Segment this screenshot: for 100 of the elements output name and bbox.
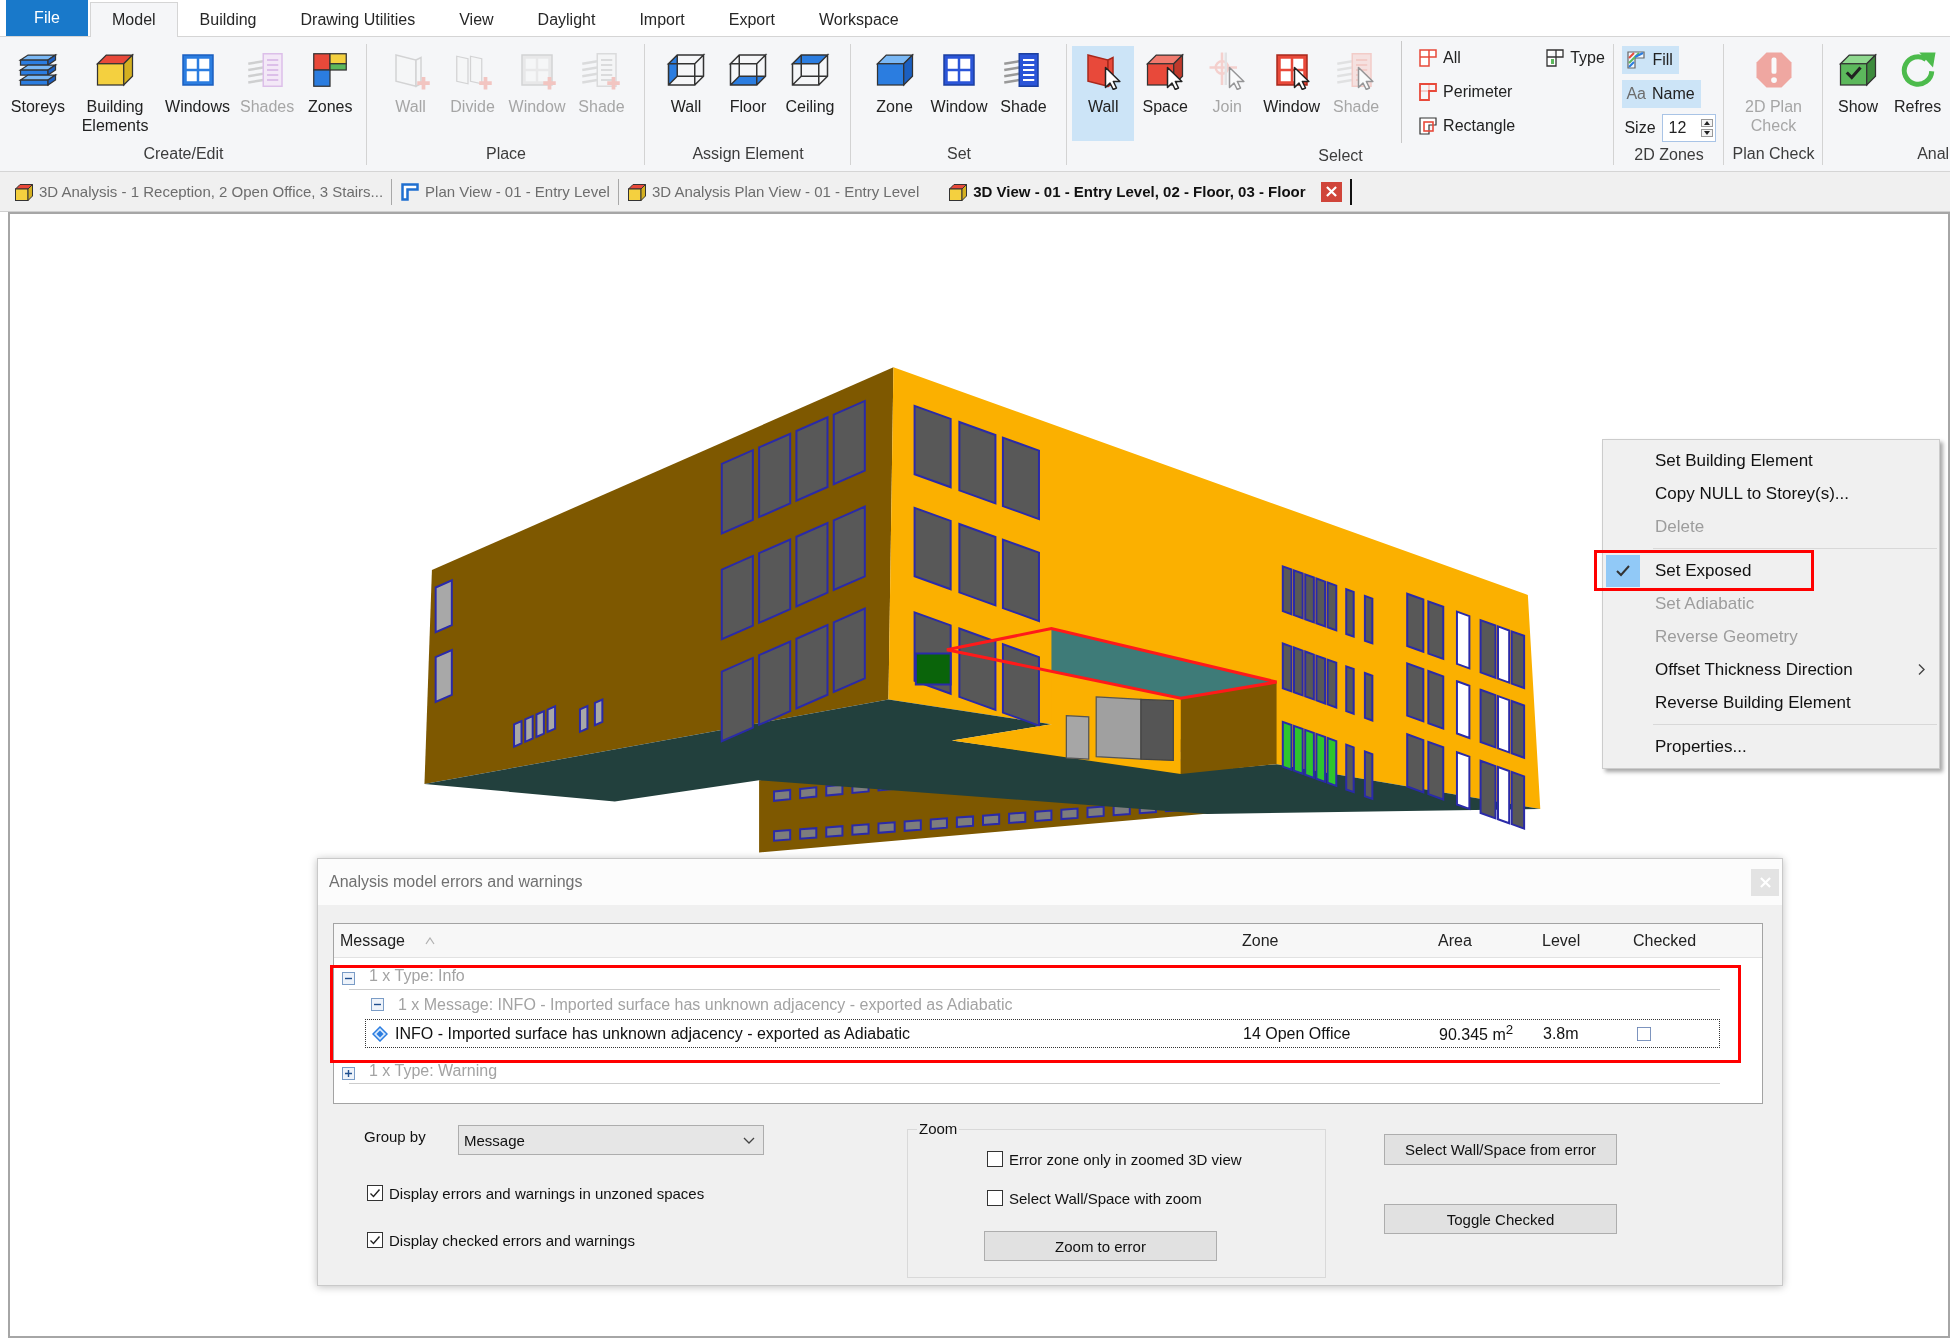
column-header[interactable]: Area: [1438, 924, 1542, 957]
toggle-button[interactable]: Aa Name: [1622, 80, 1701, 108]
ribbon-button[interactable]: Ceiling: [779, 46, 841, 141]
menu-item[interactable]: Reverse Building Element: [1603, 686, 1939, 719]
ribbon-button[interactable]: Refres: [1886, 46, 1950, 141]
ribbon-button[interactable]: Wall: [1072, 46, 1135, 141]
down-arrow-icon[interactable]: [1700, 129, 1713, 137]
column-header[interactable]: Zone: [1242, 924, 1438, 957]
ribbon-tab[interactable]: View: [437, 2, 516, 37]
ribbon-button[interactable]: Windows: [160, 46, 235, 141]
table-cell-text: 14 Open Office: [1243, 1024, 1352, 1043]
ribbon-tab[interactable]: Building: [177, 2, 279, 37]
dialog-button[interactable]: Select Wall/Space from error: [1384, 1134, 1617, 1165]
checkbox-label[interactable]: Display errors and warnings in unzoned spaces: [389, 1184, 705, 1202]
select-button[interactable]: All: [1414, 44, 1520, 72]
table-cell-text: 90.345 m$^{2}$: [1439, 1022, 1515, 1045]
ribbon-tab[interactable]: Export: [706, 2, 797, 37]
ribbon-button[interactable]: Storeys: [5, 46, 71, 141]
ribbon-tab[interactable]: Model: [90, 2, 178, 37]
info-diamond-icon: [372, 1025, 388, 1042]
group-label: 2D Zones: [1633, 145, 1705, 165]
group-by-label: Group by: [364, 1127, 427, 1145]
fill-pattern-icon: [1626, 50, 1647, 70]
column-header[interactable]: Message: [340, 924, 1242, 957]
file-tab[interactable]: File: [6, 0, 88, 36]
document-tab[interactable]: 3D View - 01 - Entry Level, 02 - Floor, 03 - Floor: [939, 178, 1352, 205]
box-icon: [948, 181, 969, 202]
group-label: Plan Check: [1731, 144, 1816, 164]
plan-outline-icon: [400, 181, 421, 202]
size-label: Size: [1624, 119, 1656, 137]
collapse-icon[interactable]: [371, 998, 384, 1011]
select-button[interactable]: Type: [1541, 44, 1609, 72]
checkbox[interactable]: [987, 1151, 1003, 1167]
group-label: Place: [485, 144, 527, 164]
size-spinner[interactable]: 12: [1661, 114, 1716, 142]
document-tab[interactable]: 3D Analysis - 1 Reception, 2 Open Office, 3 Stairs...: [6, 178, 392, 205]
ribbon-tab[interactable]: Workspace: [797, 2, 921, 37]
menu-item[interactable]: Offset Thickness Direction: [1603, 653, 1939, 686]
ribbon-button[interactable]: Zones: [299, 46, 362, 141]
document-tab[interactable]: 3D Analysis Plan View - 01 - Entry Level: [617, 178, 928, 205]
group-label: Create/Edit: [142, 144, 225, 164]
box-icon: [626, 181, 647, 202]
ribbon-button[interactable]: Zone: [863, 46, 926, 141]
select-button[interactable]: Perimeter: [1414, 78, 1520, 106]
document-tab[interactable]: Plan View - 01 - Entry Level: [391, 178, 618, 205]
close-icon: [1325, 186, 1337, 197]
ribbon-button[interactable]: Show: [1830, 46, 1887, 141]
type-icon: [1545, 48, 1566, 68]
menu-item[interactable]: Copy NULL to Storey(s)...: [1603, 477, 1939, 510]
ribbon-button[interactable]: Shade: [992, 46, 1055, 141]
menu-item[interactable]: Properties...: [1603, 730, 1939, 763]
checkbox-label[interactable]: Display checked errors and warnings: [389, 1231, 635, 1249]
dialog-button[interactable]: Toggle Checked: [1384, 1204, 1617, 1234]
close-icon: [1759, 876, 1771, 888]
ribbon-tab[interactable]: Import: [617, 2, 707, 37]
group-heading: 1 x Type: Info: [369, 967, 465, 985]
shade-cursor-icon: [1336, 50, 1377, 90]
group-heading: 1 x Type: Warning: [369, 1062, 498, 1080]
column-header[interactable]: Level: [1542, 924, 1633, 957]
group-label: Anal: [1916, 144, 1950, 164]
ribbon-button[interactable]: Space: [1134, 46, 1197, 141]
collapse-icon[interactable]: [342, 972, 355, 985]
ribbon-button[interactable]: Window: [1258, 46, 1326, 141]
expand-icon[interactable]: [342, 1067, 355, 1080]
select-button[interactable]: Rectangle: [1414, 112, 1520, 140]
shade-plus-icon: [581, 50, 622, 90]
checkbox-label[interactable]: Select Wall/Space with zoom: [1009, 1189, 1202, 1207]
menu-item[interactable]: Set Building Element: [1603, 444, 1939, 477]
rectangle-outline-icon: [1418, 116, 1439, 136]
checkbox[interactable]: [367, 1185, 383, 1201]
ribbon-tab[interactable]: Drawing Utilities: [278, 2, 438, 37]
table-row[interactable]: INFO - Imported surface has unknown adjacency - exported as Adiabatic 14 Open Office 90.345 m$^{2}$ 3.8m: [365, 1019, 1720, 1048]
ribbon-button[interactable]: Window: [925, 46, 993, 141]
font-icon: Aa: [1626, 85, 1646, 103]
3d-viewport[interactable]: [8, 212, 1950, 1338]
ribbon-tab[interactable]: Daylight: [515, 2, 618, 37]
group-by-dropdown[interactable]: Message: [458, 1125, 764, 1155]
checkbox[interactable]: [367, 1232, 383, 1248]
checkbox-label[interactable]: Error zone only in zoomed 3D view: [1009, 1150, 1242, 1168]
grid-outline-icon: [1418, 48, 1439, 68]
menu-item[interactable]: Set Exposed: [1603, 554, 1939, 587]
ribbon-button[interactable]: Floor: [717, 46, 779, 141]
perimeter-outline-icon: [1418, 82, 1439, 102]
message-text: INFO - Imported surface has unknown adjacency - exported as Adiabatic: [395, 1024, 910, 1043]
box-icon: [14, 181, 34, 202]
ribbon-button[interactable]: Wall: [655, 46, 717, 141]
crosshair-cursor-icon: [1207, 50, 1248, 90]
group-label: Select: [1317, 146, 1364, 166]
group-label: Set: [946, 144, 972, 164]
checkbox[interactable]: [987, 1190, 1003, 1206]
dialog-title: Analysis model errors and warnings: [329, 873, 583, 891]
close-tab-button[interactable]: [1320, 181, 1342, 202]
up-arrow-icon[interactable]: [1700, 119, 1713, 127]
toggle-button[interactable]: Fill: [1622, 46, 1679, 74]
dialog-button[interactable]: Zoom to error: [984, 1231, 1217, 1261]
group-heading: 1 x Message: INFO - Imported surface has unknown adjacency - exported as Adiabatic: [398, 995, 1013, 1014]
ribbon-button[interactable]: Building Elements: [70, 46, 161, 141]
checkbox[interactable]: [1637, 1026, 1651, 1041]
chevron-down-icon: [743, 1136, 755, 1144]
column-header[interactable]: Checked: [1633, 924, 1762, 957]
